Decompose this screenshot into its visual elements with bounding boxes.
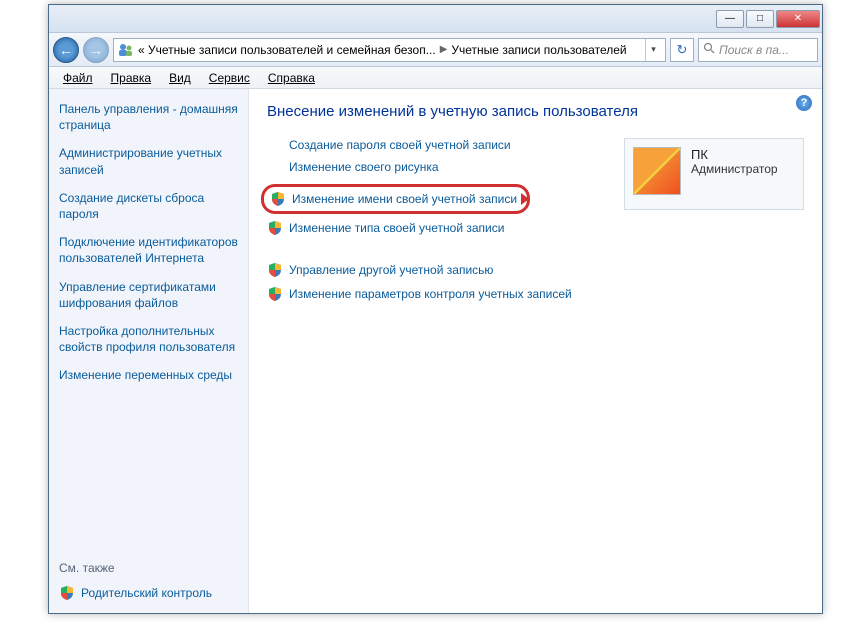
user-card: ПК Администратор xyxy=(624,138,804,210)
sidebar-item-home[interactable]: Панель управления - домашняя страница xyxy=(59,101,238,133)
task-manage-other[interactable]: Управление другой учетной записью xyxy=(267,262,604,278)
search-placeholder: Поиск в па... xyxy=(719,43,789,57)
task-change-picture[interactable]: Изменение своего рисунка xyxy=(267,160,604,174)
task-label: Изменение параметров контроля учетных за… xyxy=(289,287,572,301)
menu-edit[interactable]: Правка xyxy=(103,69,160,87)
sidebar-item-password-reset-disk[interactable]: Создание дискеты сброса пароля xyxy=(59,190,238,222)
titlebar: — □ ✕ xyxy=(49,5,822,33)
task-create-password[interactable]: Создание пароля своей учетной записи xyxy=(267,138,604,152)
task-change-type[interactable]: Изменение типа своей учетной записи xyxy=(267,220,604,236)
shield-icon xyxy=(59,585,75,601)
minimize-button[interactable]: — xyxy=(716,10,744,28)
user-role: Администратор xyxy=(691,162,778,176)
task-label: Изменение своего рисунка xyxy=(289,160,439,174)
shield-icon xyxy=(267,262,283,278)
task-list: Создание пароля своей учетной записи Изм… xyxy=(267,138,604,310)
refresh-button[interactable]: ↻ xyxy=(670,38,694,62)
sidebar-item-admin-accounts[interactable]: Администрирование учетных записей xyxy=(59,145,238,177)
menu-view[interactable]: Вид xyxy=(161,69,199,87)
help-button[interactable]: ? xyxy=(796,95,812,111)
content: Панель управления - домашняя страница Ад… xyxy=(49,89,822,613)
highlighted-callout: Изменение имени своей учетной записи xyxy=(261,184,530,214)
breadcrumb-separator-icon: ▶ xyxy=(440,44,448,55)
menu-file[interactable]: Файл xyxy=(55,69,101,87)
avatar xyxy=(633,147,681,195)
task-label: Изменение имени своей учетной записи xyxy=(292,192,517,206)
user-name: ПК xyxy=(691,147,778,162)
breadcrumb-segment[interactable]: Учетные записи пользователей xyxy=(451,43,626,57)
shield-icon xyxy=(267,220,283,236)
task-uac-settings[interactable]: Изменение параметров контроля учетных за… xyxy=(267,286,604,302)
sidebar-item-online-ids[interactable]: Подключение идентификаторов пользователе… xyxy=(59,234,238,266)
task-change-name[interactable]: Изменение имени своей учетной записи xyxy=(270,191,517,207)
shield-icon xyxy=(270,191,286,207)
page-title: Внесение изменений в учетную запись поль… xyxy=(267,103,804,120)
menu-tools[interactable]: Сервис xyxy=(201,69,258,87)
menu-help[interactable]: Справка xyxy=(260,69,323,87)
sidebar-item-parental[interactable]: Родительский контроль xyxy=(81,585,212,601)
menubar: Файл Правка Вид Сервис Справка xyxy=(49,67,822,89)
breadcrumb-segment[interactable]: « Учетные записи пользователей и семейна… xyxy=(138,43,436,57)
users-icon xyxy=(118,42,134,58)
refresh-icon: ↻ xyxy=(677,42,688,58)
sidebar-item-profile-props[interactable]: Настройка дополнительных свойств профиля… xyxy=(59,323,238,355)
task-label: Создание пароля своей учетной записи xyxy=(289,138,511,152)
main-panel: ? Внесение изменений в учетную запись по… xyxy=(249,89,822,613)
back-button[interactable]: ← xyxy=(53,37,79,63)
sidebar-item-certificates[interactable]: Управление сертификатами шифрования файл… xyxy=(59,279,238,311)
search-input[interactable]: Поиск в па... xyxy=(698,38,818,62)
maximize-button[interactable]: □ xyxy=(746,10,774,28)
window: — □ ✕ ← → « Учетные записи пользователей… xyxy=(48,4,823,614)
navbar: ← → « Учетные записи пользователей и сем… xyxy=(49,33,822,67)
see-also-heading: См. также xyxy=(59,561,238,575)
address-dropdown-icon[interactable]: ▾ xyxy=(645,39,661,61)
task-label: Управление другой учетной записью xyxy=(289,263,493,277)
close-button[interactable]: ✕ xyxy=(776,10,820,28)
search-icon xyxy=(703,42,715,57)
address-bar[interactable]: « Учетные записи пользователей и семейна… xyxy=(113,38,666,62)
task-label: Изменение типа своей учетной записи xyxy=(289,221,504,235)
shield-icon xyxy=(267,286,283,302)
sidebar: Панель управления - домашняя страница Ад… xyxy=(49,89,249,613)
forward-button[interactable]: → xyxy=(83,37,109,63)
sidebar-item-env-vars[interactable]: Изменение переменных среды xyxy=(59,367,238,383)
